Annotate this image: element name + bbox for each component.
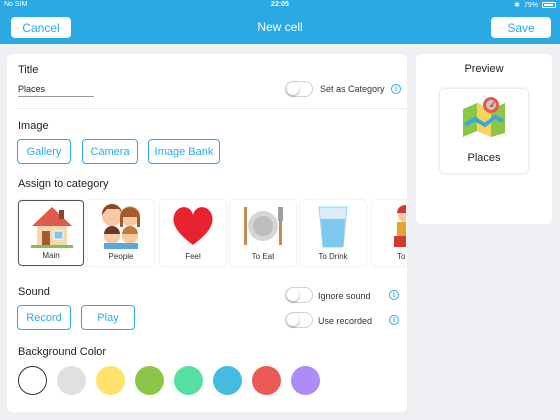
category-tile-to-drink[interactable]: To Drink <box>300 200 366 266</box>
toggle-knob <box>287 289 299 301</box>
toggle-knob <box>287 314 299 326</box>
preview-panel: Preview Places <box>416 54 552 224</box>
set-as-category-label: Set as Category <box>320 84 385 94</box>
category-label: Main <box>42 251 60 260</box>
navigation-bar: Cancel New cell Save <box>0 11 560 44</box>
category-label: To Eat <box>251 252 275 261</box>
title-label: Title <box>18 64 39 76</box>
page-title: New cell <box>257 20 303 34</box>
category-label: To Drink <box>318 252 348 261</box>
color-swatch[interactable] <box>291 366 320 395</box>
image-bank-button[interactable]: Image Bank <box>148 139 220 164</box>
toggle-knob <box>287 83 299 95</box>
plate-icon <box>244 207 283 245</box>
color-swatch[interactable] <box>213 366 242 395</box>
ignore-sound-toggle[interactable] <box>285 287 313 303</box>
toy-icon <box>394 205 406 247</box>
color-swatch[interactable] <box>96 366 125 395</box>
play-button[interactable]: Play <box>81 305 135 330</box>
house-icon <box>31 207 73 248</box>
assign-category-label: Assign to category <box>18 178 109 190</box>
color-swatch[interactable] <box>57 366 86 395</box>
category-tile-people[interactable]: People <box>88 200 154 266</box>
battery-icon <box>542 2 556 8</box>
heart-icon <box>173 207 213 245</box>
category-label: To P <box>396 252 406 261</box>
background-color-label: Background Color <box>18 346 107 358</box>
category-info-icon[interactable]: i <box>391 84 401 94</box>
use-recorded-info-icon[interactable]: i <box>389 315 399 325</box>
record-button[interactable]: Record <box>17 305 71 330</box>
sound-label: Sound <box>18 286 50 298</box>
battery-percent: 79% <box>523 1 538 9</box>
category-label: People <box>108 252 134 261</box>
ignore-sound-label: Ignore sound <box>318 291 371 301</box>
use-recorded-toggle[interactable] <box>285 312 313 328</box>
use-recorded-label: Use recorded <box>318 316 373 326</box>
glass-icon <box>318 206 348 248</box>
category-strip[interactable]: Main People Feel To Eat To Drink To <box>8 195 406 273</box>
preview-title: Preview <box>464 63 504 75</box>
clock-text: 22:05 <box>271 1 289 8</box>
color-swatch[interactable] <box>135 366 164 395</box>
map-icon <box>463 97 505 137</box>
camera-button[interactable]: Camera <box>82 139 138 164</box>
title-input[interactable]: Places <box>18 84 94 97</box>
set-as-category-toggle[interactable] <box>285 81 313 97</box>
category-tile-feel[interactable]: Feel <box>160 200 226 266</box>
ignore-sound-info-icon[interactable]: i <box>389 290 399 300</box>
category-label: Feel <box>185 252 201 261</box>
preview-cell: Places <box>440 89 528 173</box>
family-icon <box>101 203 140 249</box>
status-right: ✱ 79% <box>514 1 556 9</box>
category-tile-main[interactable]: Main <box>18 200 84 266</box>
color-swatch[interactable] <box>18 366 47 395</box>
color-swatch[interactable] <box>174 366 203 395</box>
category-tile-to-play[interactable]: To P <box>372 200 406 266</box>
divider <box>17 108 407 109</box>
category-tile-to-eat[interactable]: To Eat <box>230 200 296 266</box>
bluetooth-icon: ✱ <box>514 2 520 9</box>
status-bar: No SIM 22:05 ✱ 79% <box>0 0 560 11</box>
gallery-button[interactable]: Gallery <box>17 139 71 164</box>
image-label: Image <box>18 120 49 132</box>
preview-cell-label: Places <box>467 152 501 164</box>
color-swatch[interactable] <box>252 366 281 395</box>
save-button[interactable]: Save <box>491 17 551 38</box>
